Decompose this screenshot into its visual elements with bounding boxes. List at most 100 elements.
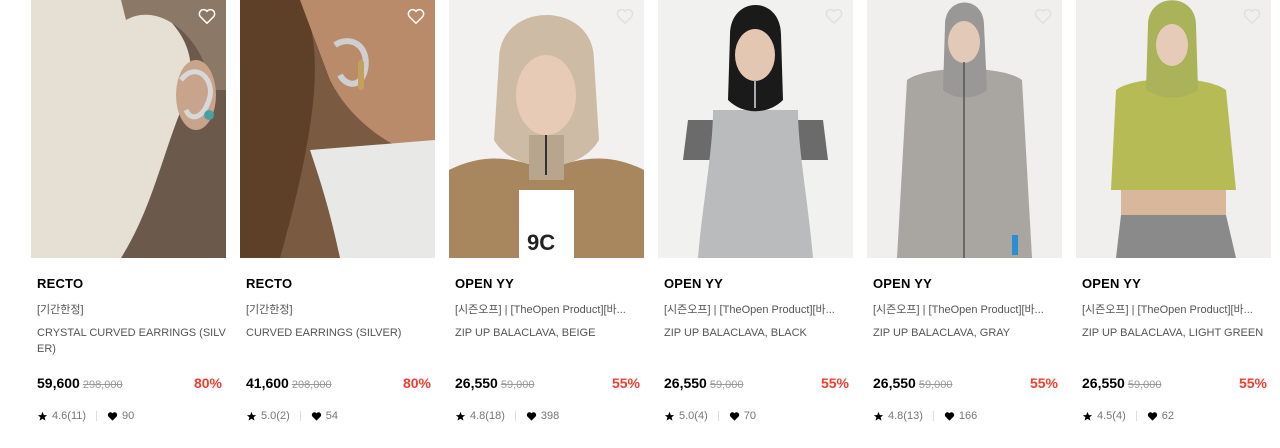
like-count: 62 <box>1161 410 1174 422</box>
product-name[interactable]: ZIP UP BALACLAVA, BEIGE <box>455 325 644 341</box>
product-grid: RECTO [기간한정] CRYSTAL CURVED EARRINGS (SI… <box>0 0 1280 448</box>
sale-price: 41,600 <box>246 375 289 391</box>
product-photo <box>867 0 1062 258</box>
promo-tag: [시즌오프] | [TheOpen Product][바... <box>664 304 835 316</box>
sale-price: 26,550 <box>664 375 707 391</box>
product-name[interactable]: CURVED EARRINGS (SILVER) <box>246 325 435 341</box>
promo-tag: [시즌오프] | [TheOpen Product][바... <box>1082 304 1253 316</box>
wishlist-heart-icon[interactable] <box>1034 8 1052 25</box>
rating-value: 5.0(4) <box>679 410 708 422</box>
svg-text:9C: 9C <box>527 230 555 255</box>
wishlist-heart-icon[interactable] <box>198 8 216 25</box>
product-name[interactable]: ZIP UP BALACLAVA, GRAY <box>873 325 1062 341</box>
star-icon <box>1082 411 1093 421</box>
heart-filled-icon <box>526 411 537 421</box>
price-row: 26,550 59,000 55% <box>455 375 644 395</box>
product-image[interactable] <box>31 0 226 258</box>
sale-price: 26,550 <box>873 375 916 391</box>
rating-value: 4.8(13) <box>888 410 923 422</box>
product-meta: 4.8(13) 166 <box>873 410 977 422</box>
brand-name[interactable]: OPEN YY <box>873 276 932 291</box>
like-count: 398 <box>540 410 560 422</box>
brand-name[interactable]: OPEN YY <box>1082 276 1141 291</box>
product-meta: 4.6(11) 90 <box>37 410 134 422</box>
brand-name[interactable]: OPEN YY <box>455 276 514 291</box>
price-row: 41,600 208,000 80% <box>246 375 435 395</box>
rating-value: 4.8(18) <box>470 410 505 422</box>
discount-rate: 80% <box>402 375 431 391</box>
brand-name[interactable]: OPEN YY <box>664 276 723 291</box>
product-photo <box>658 0 853 258</box>
product-photo <box>1076 0 1271 258</box>
original-price: 59,000 <box>500 379 535 391</box>
discount-rate: 80% <box>193 375 222 391</box>
price-row: 59,600 298,000 80% <box>37 375 226 395</box>
product-name[interactable]: CRYSTAL CURVED EARRINGS (SILVER) <box>37 325 226 357</box>
divider <box>96 411 98 421</box>
discount-rate: 55% <box>1029 375 1058 391</box>
product-image[interactable] <box>1076 0 1271 258</box>
product-name[interactable]: ZIP UP BALACLAVA, BLACK <box>664 325 853 341</box>
like-count: 90 <box>122 410 135 422</box>
product-photo: 9C <box>449 0 644 258</box>
divider <box>514 411 516 421</box>
product-meta: 4.8(18) 398 <box>455 410 559 422</box>
product-card[interactable]: OPEN YY [시즌오프] | [TheOpen Product][바... … <box>1076 0 1271 448</box>
product-card[interactable]: RECTO [기간한정] CRYSTAL CURVED EARRINGS (SI… <box>31 0 226 448</box>
promo-tag: [기간한정] <box>37 304 84 316</box>
original-price: 59,000 <box>918 379 953 391</box>
rating-value: 5.0(2) <box>261 410 290 422</box>
product-name[interactable]: ZIP UP BALACLAVA, LIGHT GREEN <box>1082 325 1271 341</box>
original-price: 298,000 <box>82 379 123 391</box>
product-photo <box>31 0 226 258</box>
product-meta: 5.0(4) 70 <box>664 410 756 422</box>
star-icon <box>455 411 466 421</box>
promo-tag: [시즌오프] | [TheOpen Product][바... <box>455 304 626 316</box>
wishlist-heart-icon[interactable] <box>407 8 425 25</box>
like-count: 70 <box>743 410 756 422</box>
original-price: 208,000 <box>291 379 332 391</box>
star-icon <box>664 411 675 421</box>
wishlist-heart-icon[interactable] <box>616 8 634 25</box>
brand-name[interactable]: RECTO <box>246 276 292 291</box>
product-image[interactable]: 9C <box>449 0 644 258</box>
discount-rate: 55% <box>820 375 849 391</box>
product-image[interactable] <box>240 0 435 258</box>
rating-value: 4.6(11) <box>52 410 87 422</box>
wishlist-heart-icon[interactable] <box>1243 8 1261 25</box>
heart-filled-icon <box>311 411 321 421</box>
heart-filled-icon <box>729 411 739 421</box>
star-icon <box>246 411 257 421</box>
like-count: 54 <box>325 410 338 422</box>
product-card[interactable]: 9C OPEN YY [시즌오프] | [TheOpen Product][바.… <box>449 0 644 448</box>
rating-value: 4.5(4) <box>1097 410 1126 422</box>
sale-price: 26,550 <box>1082 375 1125 391</box>
heart-filled-icon <box>944 411 955 421</box>
product-card[interactable]: OPEN YY [시즌오프] | [TheOpen Product][바... … <box>867 0 1062 448</box>
product-meta: 5.0(2) 54 <box>246 410 338 422</box>
price-row: 26,550 59,000 55% <box>664 375 853 395</box>
promo-tag: [기간한정] <box>246 304 293 316</box>
divider <box>932 411 934 421</box>
divider <box>717 411 719 421</box>
heart-filled-icon <box>1147 411 1157 421</box>
product-card[interactable]: RECTO [기간한정] CURVED EARRINGS (SILVER) 41… <box>240 0 435 448</box>
divider <box>299 411 301 421</box>
product-meta: 4.5(4) 62 <box>1082 410 1174 422</box>
product-card[interactable]: OPEN YY [시즌오프] | [TheOpen Product][바... … <box>658 0 853 448</box>
original-price: 59,000 <box>1127 379 1162 391</box>
product-image[interactable] <box>867 0 1062 258</box>
price-row: 26,550 59,000 55% <box>873 375 1062 395</box>
product-image[interactable] <box>658 0 853 258</box>
product-photo <box>240 0 435 258</box>
discount-rate: 55% <box>611 375 640 391</box>
divider <box>1135 411 1137 421</box>
star-icon <box>37 411 48 421</box>
original-price: 59,000 <box>709 379 744 391</box>
price-row: 26,550 59,000 55% <box>1082 375 1271 395</box>
star-icon <box>873 411 884 421</box>
heart-filled-icon <box>107 411 118 421</box>
wishlist-heart-icon[interactable] <box>825 8 843 25</box>
brand-name[interactable]: RECTO <box>37 276 83 291</box>
sale-price: 26,550 <box>455 375 498 391</box>
